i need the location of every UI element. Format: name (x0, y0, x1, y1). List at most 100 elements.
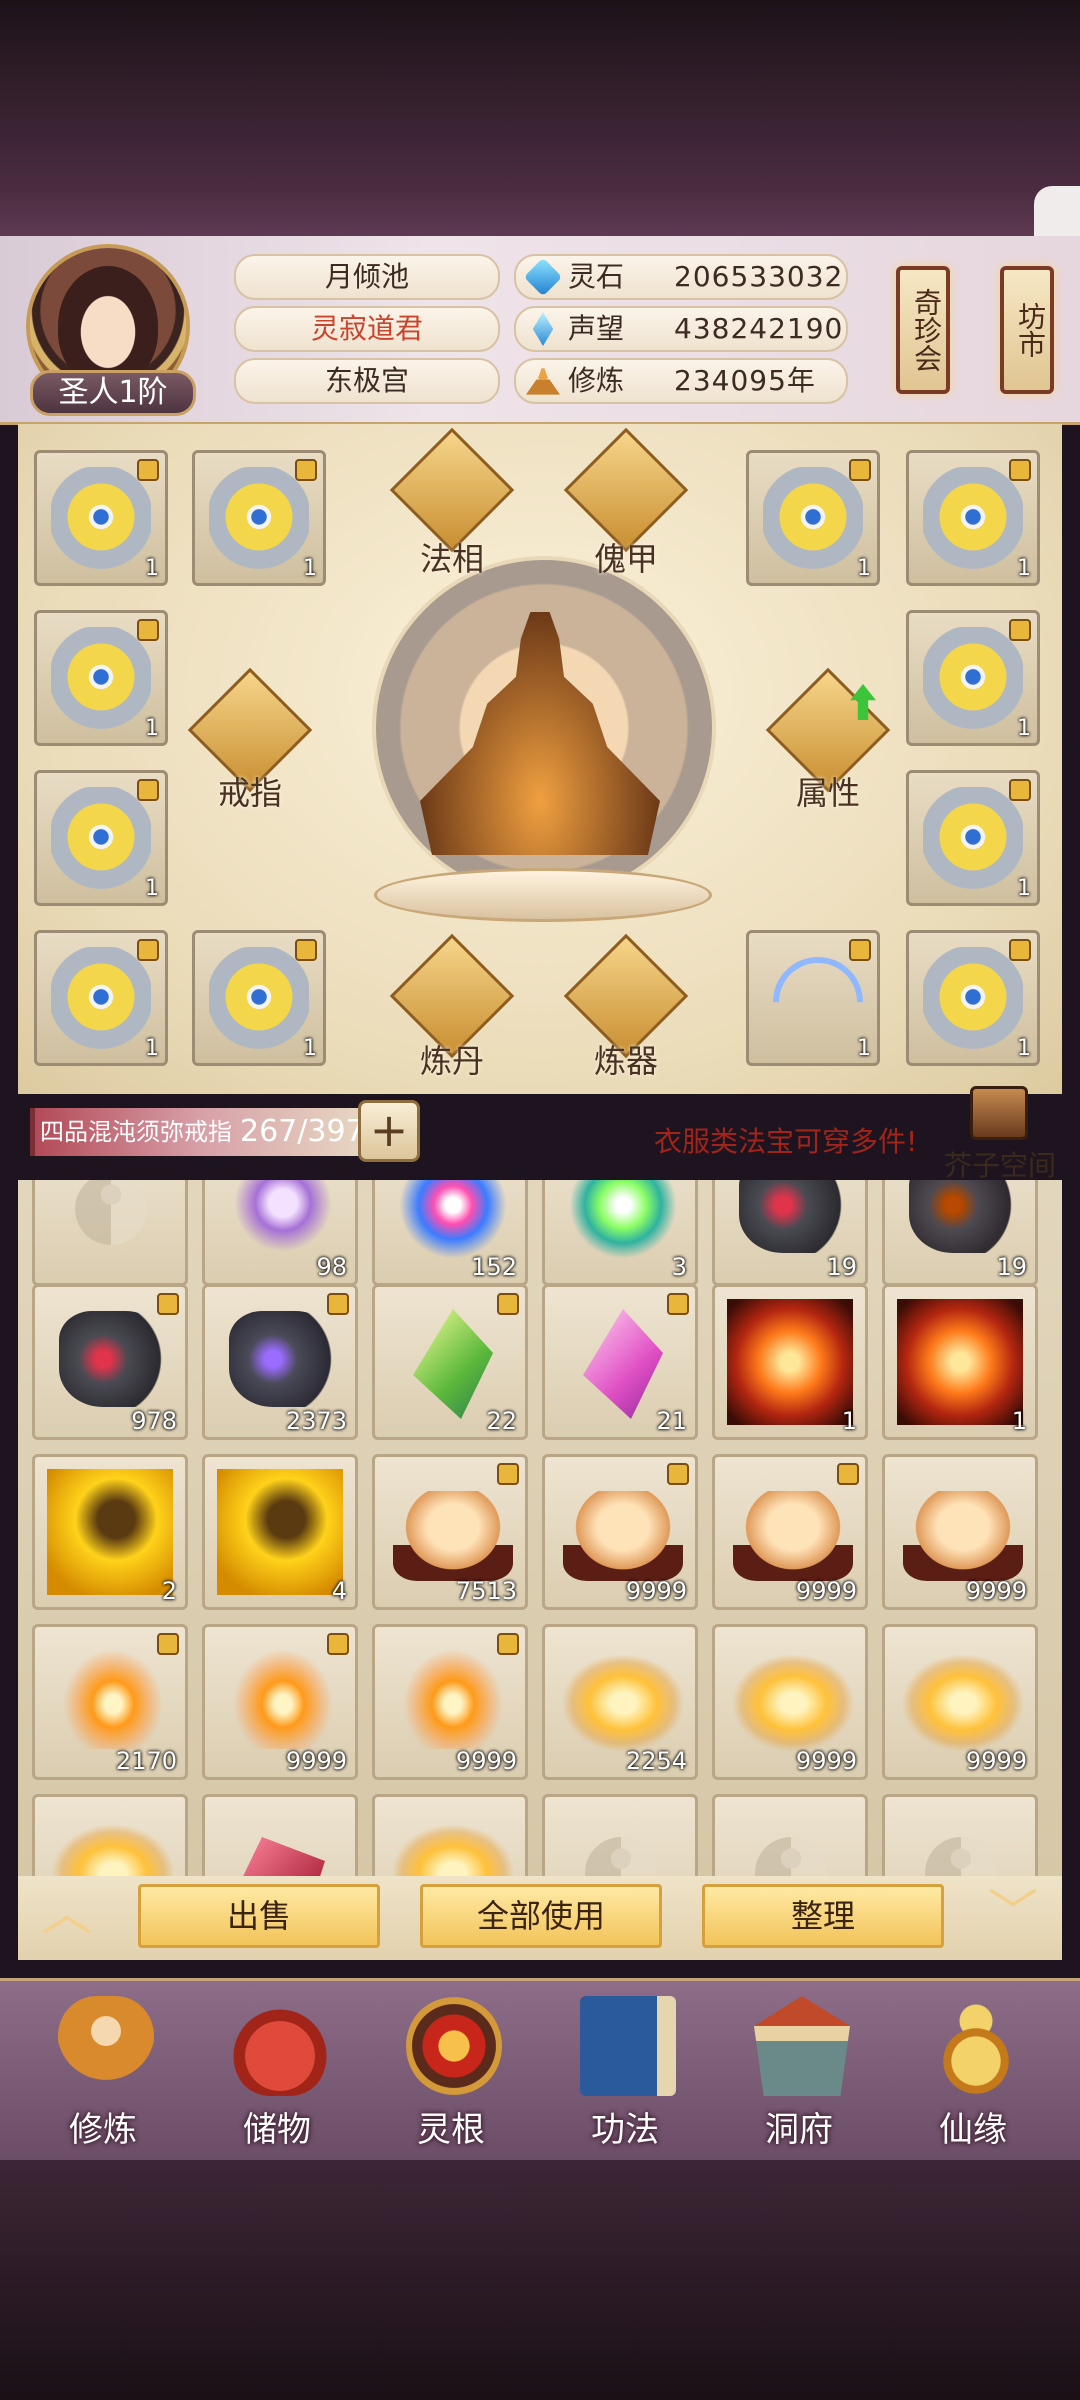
monk-icon (58, 1996, 154, 2096)
inventory-slot[interactable]: 9999 (712, 1624, 868, 1780)
equip-slot[interactable]: 1 (34, 450, 168, 586)
bottom-background (0, 2160, 1080, 2400)
nav-label: 功法 (591, 2110, 659, 2150)
nav-label: 灵根 (417, 2110, 485, 2150)
nav-techniques[interactable]: 功法 (550, 1990, 700, 2150)
inventory-slot[interactable] (372, 1794, 528, 1876)
inventory-slot[interactable]: 9999 (882, 1454, 1038, 1610)
resource-reputation: 声望 438242190 (514, 306, 848, 352)
lock-icon (1009, 779, 1031, 801)
lock-icon (667, 1463, 689, 1485)
ore-icon (229, 1311, 339, 1407)
equip-slot[interactable]: 1 (906, 450, 1040, 586)
inventory-slot[interactable]: 22 (372, 1284, 528, 1440)
inventory-slot[interactable]: 2373 (202, 1284, 358, 1440)
inventory-slot[interactable]: 9999 (712, 1454, 868, 1610)
inventory-slot[interactable]: 9999 (202, 1624, 358, 1780)
inventory-slot[interactable]: 3 (542, 1180, 698, 1286)
inventory-slot[interactable]: 19 (712, 1180, 868, 1286)
nav-spirit-root[interactable]: 灵根 (376, 1990, 526, 2150)
inventory-grid[interactable]: 98 152 3 19 19 978 2373 22 21 1 1 2 4 75… (18, 1180, 1062, 1876)
equip-slot[interactable]: 1 (906, 770, 1040, 906)
sort-button[interactable]: 整理 (702, 1884, 944, 1948)
inventory-slot[interactable]: 1 (882, 1284, 1038, 1440)
item-count: 22 (486, 1407, 517, 1435)
item-count: 1 (145, 716, 159, 741)
inventory-slot[interactable]: 2254 (542, 1624, 698, 1780)
resource-cultivation: 修炼 234095年 (514, 358, 848, 404)
inventory-slot[interactable]: 4 (202, 1454, 358, 1610)
nav-label: 储物 (243, 2110, 311, 2150)
attributes-button[interactable]: 属性 (758, 768, 898, 814)
nav-cave-dwelling[interactable]: 洞府 (724, 1990, 874, 2150)
chest-icon[interactable] (970, 1086, 1028, 1140)
dragon-icon (217, 1469, 343, 1595)
market-button[interactable]: 坊市 (1000, 266, 1054, 394)
golden-cloud-icon (53, 1825, 173, 1876)
item-count: 2 (161, 1577, 177, 1605)
equip-slot-bow[interactable]: 1 (746, 930, 882, 1066)
inventory-slot[interactable]: 21 (542, 1284, 698, 1440)
inventory-slot[interactable]: 2170 (32, 1624, 188, 1780)
inventory-slot[interactable]: 7513 (372, 1454, 528, 1610)
player-name: 月倾池 (234, 254, 500, 300)
resource-label: 修炼 (568, 364, 625, 397)
pouch-icon (232, 1996, 328, 2096)
kuijia-button[interactable]: 傀甲 (556, 534, 696, 580)
inventory-slot[interactable]: 2 (32, 1454, 188, 1610)
flame-drop-icon (403, 1649, 503, 1749)
equip-slot[interactable]: 1 (906, 930, 1040, 1066)
gem-icon (583, 1309, 663, 1419)
forge-button[interactable]: 炼器 (556, 1036, 696, 1082)
ring-button[interactable]: 戒指 (180, 768, 320, 814)
sell-button[interactable]: 出售 (138, 1884, 380, 1948)
alchemy-button[interactable]: 炼丹 (382, 1036, 522, 1082)
crystal-icon (569, 1180, 677, 1259)
equip-slot[interactable]: 1 (34, 610, 168, 746)
treasure-auction-button[interactable]: 奇珍会 (896, 266, 950, 394)
inventory-slot[interactable]: 19 (882, 1180, 1038, 1286)
equip-slot[interactable]: 1 (906, 610, 1040, 746)
inventory-slot[interactable]: 152 (372, 1180, 528, 1286)
ore-icon (59, 1311, 169, 1407)
scroll-down-icon[interactable]: ﹀ (968, 1888, 1058, 1938)
mustard-space-button[interactable]: 芥子空间 (944, 1144, 1056, 1184)
phoenix-icon (727, 1299, 853, 1425)
sand-icon (393, 1491, 513, 1581)
inventory-slot-empty[interactable] (32, 1180, 188, 1286)
inventory-slot-empty[interactable] (882, 1794, 1038, 1876)
inventory-slot[interactable] (202, 1794, 358, 1876)
nav-cultivate[interactable]: 修炼 (28, 1990, 178, 2150)
item-count: 1 (303, 556, 317, 581)
inventory-slot[interactable]: 978 (32, 1284, 188, 1440)
gourd-icon (928, 1996, 1024, 2096)
inventory-slot[interactable]: 9999 (372, 1624, 528, 1780)
sand-icon (903, 1491, 1023, 1581)
golden-cloud-icon (733, 1655, 853, 1751)
equip-slot[interactable]: 1 (192, 450, 326, 586)
faxiang-button[interactable]: 法相 (382, 534, 522, 580)
inventory-slot-empty[interactable] (542, 1794, 698, 1876)
inventory-slot[interactable]: 1 (712, 1284, 868, 1440)
hint-text: 衣服类法宝可穿多件! (654, 1125, 918, 1158)
scroll-up-icon[interactable]: ︿ (22, 1888, 112, 1938)
inventory-slot-empty[interactable] (712, 1794, 868, 1876)
inventory-slot[interactable] (32, 1794, 188, 1876)
equip-slot[interactable]: 1 (746, 450, 880, 586)
equip-slot[interactable]: 1 (192, 930, 326, 1066)
lock-icon (849, 459, 871, 481)
nav-storage[interactable]: 储物 (202, 1990, 352, 2150)
equip-slot[interactable]: 1 (34, 770, 168, 906)
equip-slot[interactable]: 1 (34, 930, 168, 1066)
nav-immortal-fate[interactable]: 仙缘 (898, 1990, 1048, 2150)
inventory-slot[interactable]: 9999 (882, 1624, 1038, 1780)
lock-icon (295, 459, 317, 481)
expand-storage-button[interactable]: + (358, 1100, 420, 1162)
item-count: 9999 (625, 1577, 687, 1605)
item-count: 1 (1017, 876, 1031, 901)
use-all-button[interactable]: 全部使用 (420, 1884, 662, 1948)
inventory-slot[interactable]: 9999 (542, 1454, 698, 1610)
avatar[interactable] (58, 266, 158, 386)
lotus-pedestal (374, 868, 712, 922)
inventory-slot[interactable]: 98 (202, 1180, 358, 1286)
